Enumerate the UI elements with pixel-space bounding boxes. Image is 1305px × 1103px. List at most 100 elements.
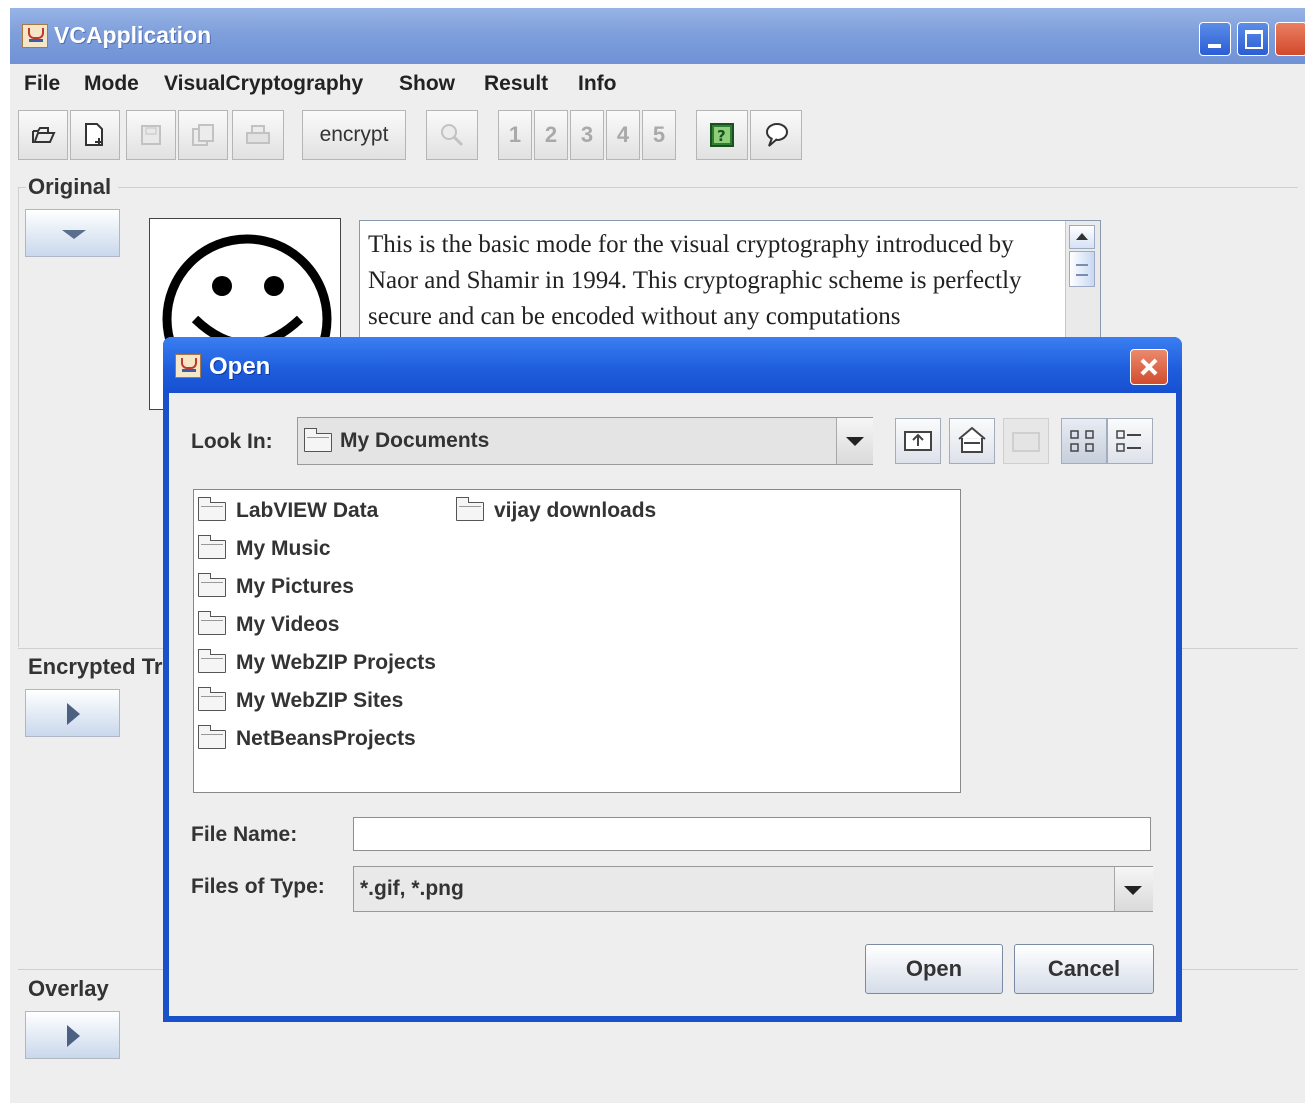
app-title: VCApplication [54,22,212,48]
menu-visual-cryptography[interactable]: VisualCryptography [164,72,363,96]
share-3-button[interactable]: 3 [570,110,604,160]
save-button[interactable] [126,110,176,160]
look-in-combobox[interactable]: My Documents [297,417,873,465]
encrypted-expand-button[interactable] [25,689,120,737]
panel-title-encrypted: Encrypted Tr [28,654,163,679]
list-item[interactable]: NetBeansProjects [198,720,416,758]
mode-description-text: This is the basic mode for the visual cr… [368,231,1022,330]
look-in-value: My Documents [340,429,490,452]
cancel-button[interactable]: Cancel [1014,944,1154,994]
up-folder-icon [904,431,932,451]
open-button[interactable]: Open [865,944,1003,994]
open-button[interactable] [18,110,68,160]
details-view-button[interactable] [1107,418,1153,464]
file-name-field[interactable] [353,817,1151,851]
panel-divider [118,187,1298,188]
list-item[interactable]: My Pictures [198,568,354,606]
list-item[interactable]: My WebZIP Projects [198,644,436,682]
dialog-body: Look In: My Documents LabVIEW Data My Mu… [169,393,1176,1016]
menu-bar: File Mode VisualCryptography Show Result… [10,66,1305,106]
file-name-label: File Name: [191,823,298,846]
open-dialog: Open Look In: My Documents LabVIEW Data … [163,337,1182,1022]
menu-file[interactable]: File [24,72,60,96]
menu-show[interactable]: Show [399,72,455,96]
new-folder-button[interactable] [1003,418,1049,464]
encrypt-button[interactable]: encrypt [302,110,406,160]
print-icon [246,125,270,144]
dialog-close-icon[interactable] [1130,349,1168,385]
dialog-title: Open [209,353,271,380]
folder-icon [198,649,226,673]
panel-title-original: Original [28,174,112,199]
file-name: My WebZIP Projects [236,651,436,674]
file-name: My Pictures [236,575,354,598]
file-name: My WebZIP Sites [236,689,404,712]
overlay-expand-button[interactable] [25,1011,120,1059]
list-item[interactable]: My WebZIP Sites [198,682,403,720]
panel-divider [18,187,26,188]
chevron-down-icon[interactable] [836,418,873,464]
help-button[interactable]: ? [696,110,748,160]
java-app-icon [22,24,48,48]
folder-icon [198,611,226,635]
chevron-down-icon[interactable] [1114,867,1153,911]
scroll-up-icon[interactable] [1069,225,1095,249]
menu-info[interactable]: Info [578,72,616,96]
toolbar: encrypt 1 2 3 4 5 ? [10,106,1305,174]
list-item[interactable]: My Videos [198,606,339,644]
list-view-icon [1070,430,1094,452]
open-folder-icon [32,127,56,143]
home-icon [958,426,986,453]
files-of-type-value: *.gif, *.png [360,877,464,900]
file-name: NetBeansProjects [236,727,416,750]
list-item[interactable]: LabVIEW Data [198,492,378,530]
window-close-button[interactable] [1275,22,1305,56]
file-name: vijay downloads [494,499,657,522]
menu-mode[interactable]: Mode [84,72,139,96]
zoom-button[interactable] [426,110,478,160]
description-scrollbar[interactable] [1065,221,1100,351]
java-app-icon [175,354,201,378]
list-item[interactable]: vijay downloads [456,492,656,530]
share-4-button[interactable]: 4 [606,110,640,160]
magnifier-icon [441,124,464,147]
new-button[interactable] [70,110,120,160]
list-view-button[interactable] [1061,418,1107,464]
original-expand-button[interactable] [25,209,120,257]
folder-icon [198,535,226,559]
file-name: My Videos [236,613,340,636]
scroll-thumb[interactable] [1069,251,1095,287]
share-5-button[interactable]: 5 [642,110,676,160]
files-of-type-combobox[interactable]: *.gif, *.png [353,866,1153,912]
menu-result[interactable]: Result [484,72,548,96]
folder-icon [198,725,226,749]
list-item[interactable]: My Music [198,530,331,568]
speech-bubble-icon [766,123,788,147]
svg-text:?: ? [717,127,726,145]
mode-description-textarea[interactable]: This is the basic mode for the visual cr… [359,220,1101,352]
folder-icon [304,428,332,452]
new-folder-icon [1012,432,1040,452]
panel-title-overlay: Overlay [28,976,109,1001]
copy-icon [192,124,214,146]
panel-border [18,187,19,647]
save-icon [141,125,161,145]
maximize-button[interactable] [1237,22,1269,56]
minimize-button[interactable] [1199,22,1231,56]
new-document-icon [85,123,103,146]
look-in-label: Look In: [191,430,273,453]
app-title-bar[interactable]: VCApplication [10,8,1305,64]
dialog-title-bar[interactable]: Open [163,337,1182,393]
folder-icon [198,687,226,711]
folder-icon [198,573,226,597]
file-list[interactable]: LabVIEW Data My Music My Pictures My Vid… [193,489,961,793]
share-1-button[interactable]: 1 [498,110,532,160]
home-button[interactable] [949,418,995,464]
folder-icon [198,497,226,521]
up-one-level-button[interactable] [895,418,941,464]
print-button[interactable] [232,110,284,160]
copy-button[interactable] [178,110,228,160]
comment-button[interactable] [750,110,802,160]
share-2-button[interactable]: 2 [534,110,568,160]
file-name: My Music [236,537,331,560]
